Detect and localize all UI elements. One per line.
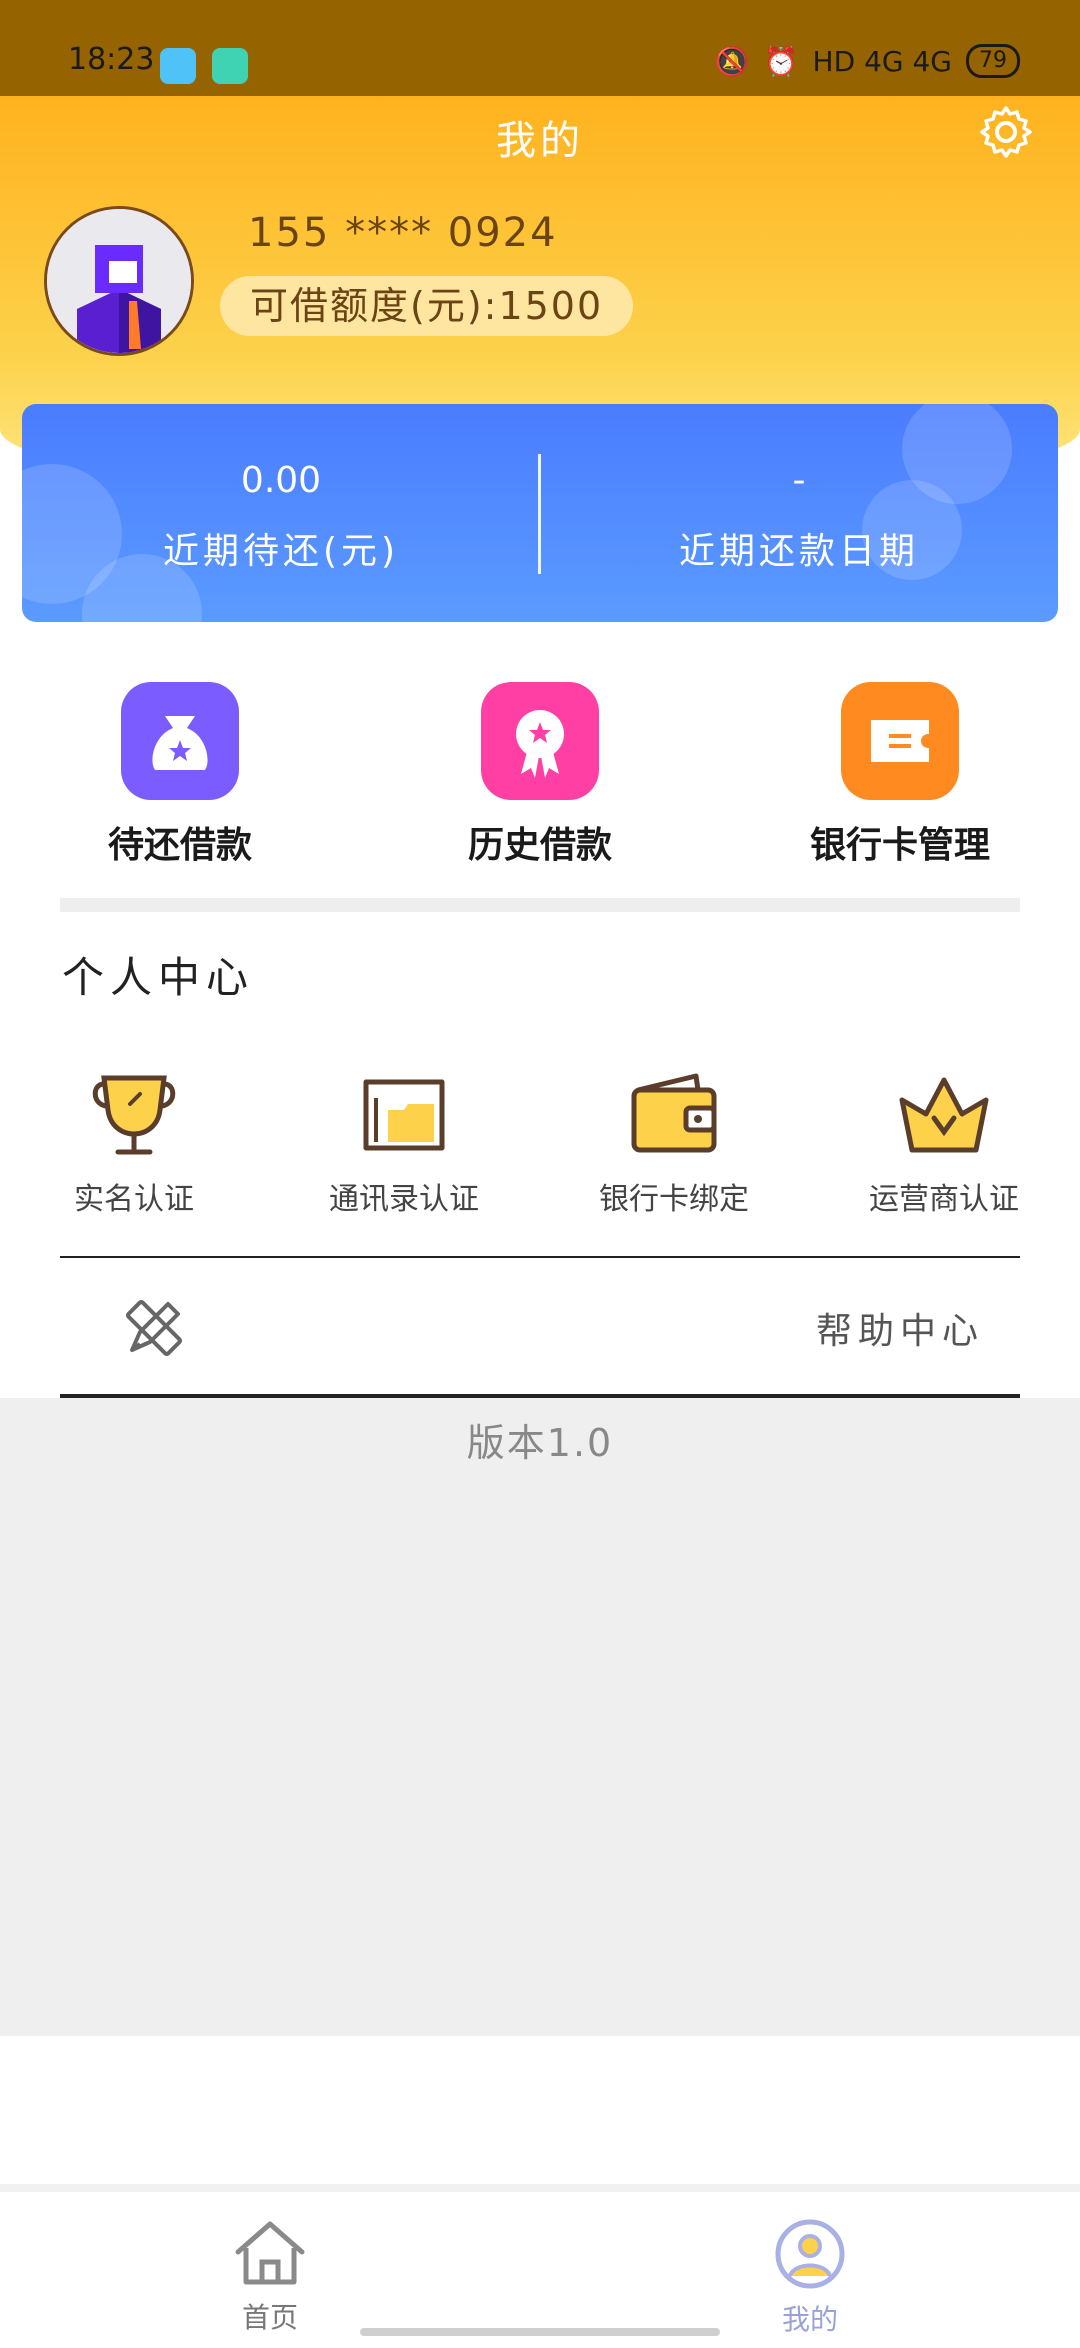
repayment-summary-card: 0.00 近期待还(元) - 近期还款日期 xyxy=(22,404,1058,622)
due-amount-label: 近期待还(元) xyxy=(162,531,400,572)
home-indicator xyxy=(360,2328,720,2336)
carrier-verification-label: 运营商认证 xyxy=(869,1182,1019,1217)
loan-history-button[interactable]: 历史借款 xyxy=(410,682,670,868)
tab-home[interactable]: 首页 xyxy=(170,2218,370,2336)
folder-icon xyxy=(363,1079,445,1151)
trophy-icon xyxy=(92,1075,176,1155)
tab-mine[interactable]: 我的 xyxy=(710,2218,910,2338)
crown-icon xyxy=(899,1077,989,1153)
alarm-icon: ⏰ xyxy=(763,44,799,78)
real-name-verification-item[interactable]: 实名认证 xyxy=(24,1070,244,1218)
due-date: - xyxy=(792,460,806,501)
version-label: 版本1.0 xyxy=(466,1421,614,1465)
gear-icon[interactable] xyxy=(978,104,1034,160)
personal-center-title: 个人中心 xyxy=(62,953,255,1002)
card-manage-icon xyxy=(841,682,959,800)
section-divider xyxy=(60,898,1020,912)
phone-number: 155 **** 0924 xyxy=(248,210,558,256)
avatar-illustration-icon xyxy=(47,209,191,353)
loan-history-label: 历史借款 xyxy=(467,825,612,866)
bank-card-management-button[interactable]: 银行卡管理 xyxy=(770,682,1030,868)
due-date-label: 近期还款日期 xyxy=(678,531,919,572)
home-icon xyxy=(235,2221,305,2285)
contacts-verification-item[interactable]: 通讯录认证 xyxy=(294,1070,514,1218)
tab-home-label: 首页 xyxy=(241,2301,298,2334)
content-background xyxy=(0,1398,1080,2036)
avatar[interactable] xyxy=(44,206,194,356)
contacts-verification-label: 通讯录认证 xyxy=(329,1182,479,1217)
bank-card-binding-item[interactable]: 银行卡绑定 xyxy=(564,1070,784,1218)
pending-loans-button[interactable]: 待还借款 xyxy=(50,682,310,868)
pending-loans-label: 待还借款 xyxy=(107,825,252,866)
money-bag-icon xyxy=(121,682,239,800)
status-bar: 18:23 🔕 ⏰ HD 4G 4G 79 xyxy=(0,0,1080,96)
due-amount-block[interactable]: 0.00 近期待还(元) xyxy=(22,404,540,622)
help-center-link[interactable]: 帮助中心 xyxy=(816,1302,984,1354)
real-name-verification-label: 实名认证 xyxy=(74,1182,194,1217)
status-time: 18:23 xyxy=(68,42,155,77)
camera-app-icon xyxy=(212,48,248,84)
quota-badge: 可借额度(元):1500 xyxy=(220,276,634,336)
status-indicators: 🔕 ⏰ HD 4G 4G 79 xyxy=(715,44,1020,78)
due-date-block[interactable]: - 近期还款日期 xyxy=(540,404,1058,622)
due-amount: 0.00 xyxy=(240,460,322,501)
tab-mine-label: 我的 xyxy=(781,2303,838,2336)
profile-icon xyxy=(775,2219,845,2289)
bank-card-binding-label: 银行卡绑定 xyxy=(599,1182,749,1217)
wallet-icon xyxy=(631,1073,717,1153)
shield-app-icon xyxy=(160,48,196,84)
pencil-ruler-icon xyxy=(125,1299,183,1357)
carrier-verification-item[interactable]: 运营商认证 xyxy=(834,1070,1054,1218)
bottom-tab-bar: 首页 我的 xyxy=(0,2184,1080,2348)
bank-card-management-label: 银行卡管理 xyxy=(809,825,990,866)
page-title: 我的 xyxy=(496,118,584,164)
mute-icon: 🔕 xyxy=(714,44,750,78)
battery-level: 79 xyxy=(966,44,1020,78)
network-label: HD 4G 4G xyxy=(812,44,952,78)
divider-line xyxy=(60,1256,1020,1258)
award-ribbon-icon xyxy=(481,682,599,800)
